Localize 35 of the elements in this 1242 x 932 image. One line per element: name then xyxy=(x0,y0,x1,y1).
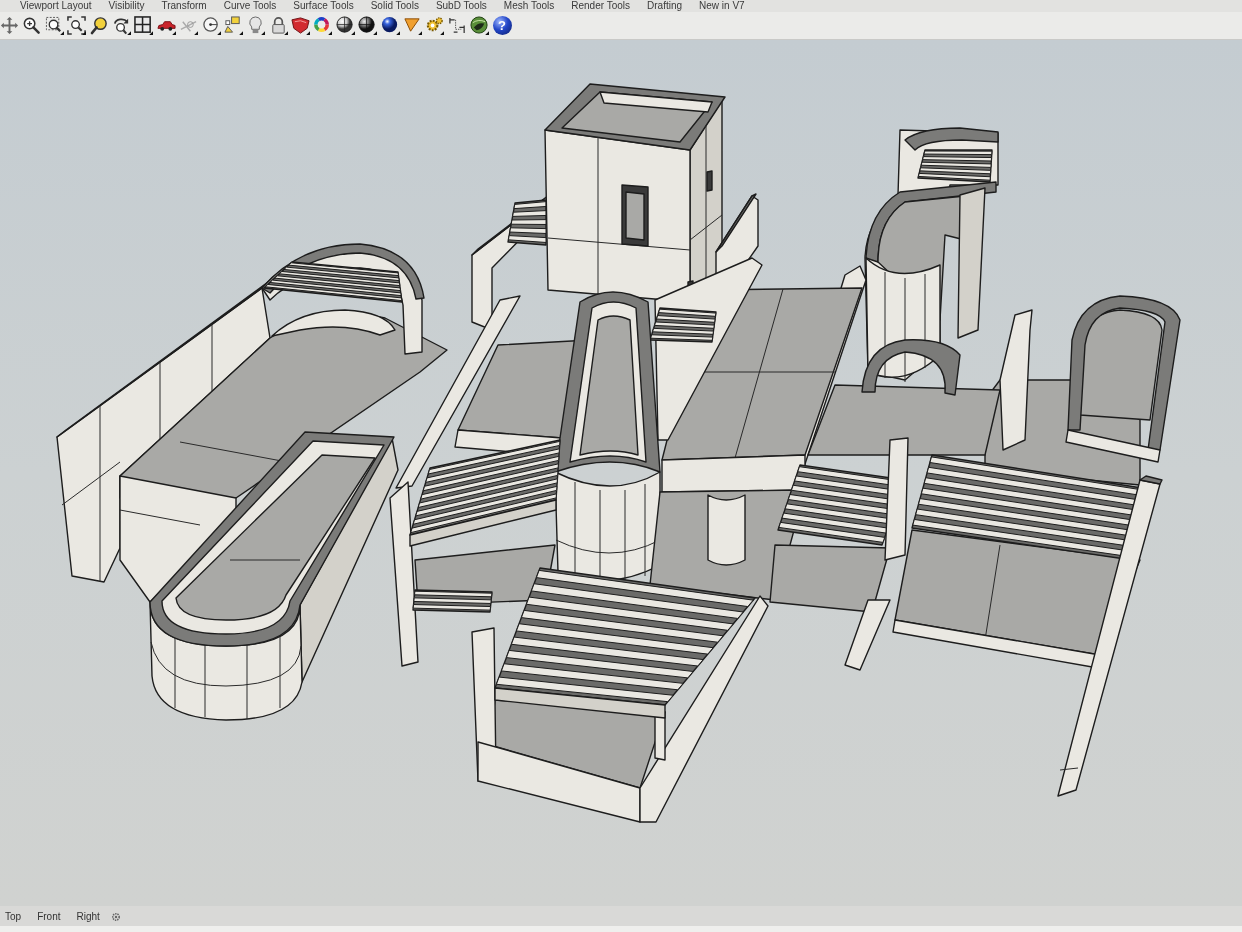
gears-icon[interactable] xyxy=(425,16,445,35)
zoom-extents-icon[interactable] xyxy=(67,16,87,35)
ribbon-tab[interactable]: Visibility xyxy=(108,0,145,12)
viewport-tab[interactable]: Top xyxy=(0,909,27,925)
globe-icon[interactable] xyxy=(470,16,490,35)
gear-icon[interactable] xyxy=(110,912,121,922)
ribbon-tab[interactable]: Transform xyxy=(161,0,207,12)
ribbon-tab[interactable]: Surface Tools xyxy=(293,0,354,12)
lightbulb-icon[interactable] xyxy=(246,16,266,35)
help-button[interactable]: ? xyxy=(492,16,512,35)
ribbon-tab[interactable]: New in V7 xyxy=(699,0,745,12)
ribbon-tab[interactable]: Viewport Layout xyxy=(20,0,92,12)
sphere-icon[interactable] xyxy=(358,16,378,35)
sphere-icon[interactable] xyxy=(335,16,355,35)
glossy-sphere-icon[interactable] xyxy=(380,16,400,35)
dimension-icon[interactable] xyxy=(447,16,467,35)
ribbon-tab[interactable]: Drafting xyxy=(647,0,683,12)
zoom-window-icon[interactable] xyxy=(44,16,64,35)
viewport-tab[interactable]: Front xyxy=(32,909,66,925)
shapes-icon[interactable] xyxy=(223,16,243,35)
color-wheel-icon[interactable] xyxy=(313,16,333,35)
triangle-icon[interactable] xyxy=(403,16,423,35)
rotate-view-icon[interactable] xyxy=(111,16,131,35)
ribbon-tab[interactable]: SubD Tools xyxy=(435,0,487,12)
circle-icon[interactable] xyxy=(201,16,221,35)
zoom-selected-icon[interactable] xyxy=(89,16,109,35)
four-viewports-icon[interactable] xyxy=(134,16,154,35)
ribbon-tab[interactable]: Mesh Tools xyxy=(503,0,555,12)
zoom-in-icon[interactable] xyxy=(22,16,42,35)
move-arrows-icon[interactable] xyxy=(0,16,19,35)
ribbon-tab[interactable]: Curve Tools xyxy=(223,0,277,12)
ribbon-tab[interactable]: Render Tools xyxy=(571,0,630,12)
shaded-shape-icon[interactable] xyxy=(291,16,311,35)
viewport-tab[interactable]: Right xyxy=(71,909,105,925)
ribbon-tab[interactable]: Solid Tools xyxy=(370,0,419,12)
